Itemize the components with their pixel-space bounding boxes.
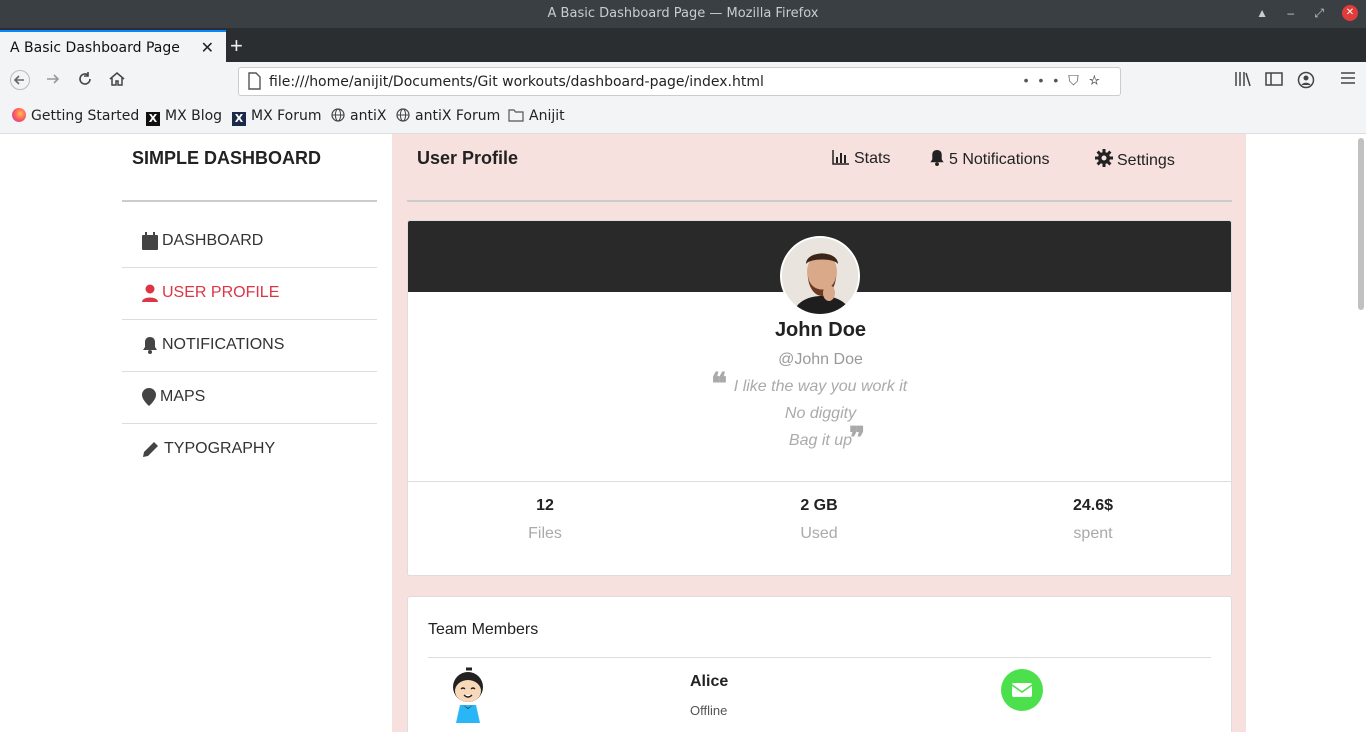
stat-spent: 24.6$ spent (1072, 497, 1114, 542)
sidebar-item-maps[interactable]: MAPS (122, 372, 377, 424)
pocket-icon[interactable]: ⛉ (1068, 72, 1089, 88)
window-minimize-icon[interactable]: – (1287, 6, 1294, 20)
globe-icon (331, 108, 345, 122)
sidebar-item-dashboard[interactable]: DASHBOARD (122, 216, 377, 268)
window-title: A Basic Dashboard Page — Mozilla Firefox (547, 6, 819, 21)
tab-close-icon[interactable]: ✕ (201, 38, 214, 58)
mx-icon: X (146, 112, 160, 126)
sidebar-item-user-profile[interactable]: USER PROFILE (122, 268, 377, 320)
team-members-card: Team Members Alice Offline (407, 596, 1232, 732)
forward-icon[interactable] (44, 70, 62, 93)
map-marker-icon (142, 388, 158, 406)
bookmark-antix[interactable]: antiX (331, 108, 386, 124)
divider (407, 200, 1232, 202)
home-icon[interactable] (108, 70, 126, 93)
folder-icon (508, 108, 524, 122)
mx-icon: X (232, 112, 246, 126)
bell-icon (930, 149, 944, 166)
sidebar: SIMPLE DASHBOARD DASHBOARD USER PROFILE … (122, 134, 377, 732)
bookmark-star-icon[interactable]: ☆ (1089, 72, 1110, 88)
bar-chart-icon (832, 150, 849, 165)
stats-link[interactable]: Stats (832, 149, 890, 168)
notifications-link[interactable]: 5 Notifications (929, 149, 1050, 169)
window-keep-above-icon[interactable]: ▲ (1256, 6, 1268, 20)
page-icon (247, 72, 261, 93)
profile-name: John Doe (774, 319, 867, 341)
window-maximize-icon[interactable]: ⤢ (1314, 6, 1324, 21)
account-icon[interactable] (1297, 71, 1315, 94)
sidebar-item-notifications[interactable]: NOTIFICATIONS (122, 320, 377, 372)
stat-used: 2 GB Used (800, 497, 838, 542)
bookmark-folder-anijit[interactable]: Anijit (508, 108, 565, 124)
window-titlebar: A Basic Dashboard Page — Mozilla Firefox… (0, 0, 1366, 28)
calendar-icon (142, 232, 158, 250)
page-title: User Profile (417, 148, 519, 168)
divider (408, 481, 1231, 482)
quote-line: I like the way you work it (733, 378, 908, 395)
bookmark-antix-forum[interactable]: antiX Forum (396, 108, 500, 124)
url-text[interactable]: file:///home/anijit/Documents/Git workou… (269, 74, 764, 90)
quote-close-icon: ❞ (849, 421, 866, 456)
main-content: User Profile Stats 5 Notifications Setti… (392, 134, 1246, 732)
scrollbar[interactable] (1358, 138, 1364, 310)
library-icon[interactable] (1234, 71, 1252, 92)
profile-handle: @John Doe (778, 351, 863, 368)
divider (428, 657, 1211, 658)
user-icon (142, 284, 158, 302)
bookmark-mx-forum[interactable]: X MX Forum (232, 108, 322, 126)
bookmark-mx-blog[interactable]: X MX Blog (146, 108, 222, 126)
avatar (780, 236, 860, 316)
divider (122, 200, 377, 202)
gear-icon (1095, 149, 1113, 167)
back-icon[interactable] (10, 70, 30, 95)
pencil-icon (142, 440, 158, 458)
bookmark-getting-started[interactable]: Getting Started (12, 108, 139, 124)
quote-line: Bag it up (788, 432, 853, 449)
hamburger-menu-icon[interactable] (1340, 71, 1356, 90)
envelope-icon (1011, 683, 1033, 697)
brand-title: SIMPLE DASHBOARD (132, 148, 322, 168)
bell-icon (142, 336, 158, 354)
quote-line: No diggity (784, 405, 857, 422)
tab-label: A Basic Dashboard Page (10, 40, 180, 56)
window-close-button[interactable]: ✕ (1342, 5, 1358, 21)
firefox-icon (12, 108, 26, 122)
member-avatar (448, 667, 488, 723)
profile-card: John Doe @John Doe ❝ I like the way you … (407, 220, 1232, 576)
url-bar[interactable]: file:///home/anijit/Documents/Git workou… (238, 67, 1121, 96)
new-tab-button[interactable]: + (230, 33, 243, 59)
tab-active[interactable]: A Basic Dashboard Page ✕ (0, 30, 226, 62)
globe-icon (396, 108, 410, 122)
team-title: Team Members (428, 621, 539, 638)
stat-files: 12 Files (528, 497, 562, 542)
member-status: Offline (690, 703, 728, 718)
settings-link[interactable]: Settings (1095, 149, 1175, 170)
email-button[interactable] (1001, 669, 1043, 711)
reload-icon[interactable] (76, 70, 94, 93)
page-viewport: SIMPLE DASHBOARD DASHBOARD USER PROFILE … (0, 134, 1366, 732)
sidebar-toggle-icon[interactable] (1265, 71, 1283, 92)
page-actions-icon[interactable]: ••• (1024, 72, 1069, 88)
sidebar-item-typography[interactable]: TYPOGRAPHY (122, 424, 377, 476)
member-name: Alice (690, 673, 729, 690)
